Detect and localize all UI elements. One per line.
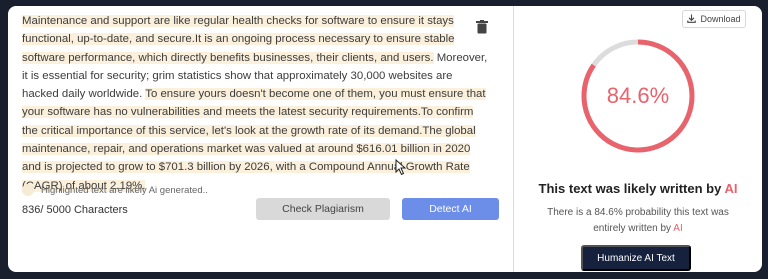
- probability-line-1: There is a 84.6% probability this text w…: [547, 207, 729, 218]
- highlight-legend: Highlighted text are likely Ai generated…: [22, 184, 208, 196]
- verdict-accent: AI: [724, 181, 738, 196]
- download-icon: [687, 14, 697, 25]
- probability-text: There is a 84.6% probability this text w…: [532, 205, 744, 237]
- highlight-legend-label: Highlighted text are likely Ai generated…: [41, 184, 208, 196]
- probability-line-2-accent: AI: [673, 223, 683, 234]
- trash-icon[interactable]: [476, 20, 488, 34]
- probability-line-2: entirely written by AI: [532, 221, 744, 237]
- input-pane: Maintenance and support are like regular…: [8, 6, 513, 272]
- score-gauge: 84.6%: [578, 36, 698, 156]
- check-plagiarism-button[interactable]: Check Plagiarism: [256, 198, 390, 220]
- verdict-heading: This text was likely written by AI: [514, 181, 762, 196]
- score-value: 84.6%: [606, 83, 670, 108]
- download-button[interactable]: Download: [682, 10, 746, 28]
- text-input-area[interactable]: Maintenance and support are like regular…: [22, 12, 492, 195]
- character-count: 836/ 5000 Characters: [22, 204, 128, 216]
- download-label: Download: [700, 14, 741, 24]
- cursor-icon: [395, 158, 407, 176]
- verdict-text: This text was likely written by: [538, 181, 725, 196]
- detect-ai-button[interactable]: Detect AI: [402, 198, 499, 220]
- result-pane: Download 84.6% This text was likely writ…: [514, 6, 762, 272]
- ai-detector-card: Maintenance and support are like regular…: [8, 6, 762, 272]
- highlight-legend-dot: [22, 184, 34, 196]
- probability-line-2-text: entirely written by: [593, 223, 674, 234]
- humanize-ai-text-button[interactable]: Humanize AI Text: [581, 245, 691, 271]
